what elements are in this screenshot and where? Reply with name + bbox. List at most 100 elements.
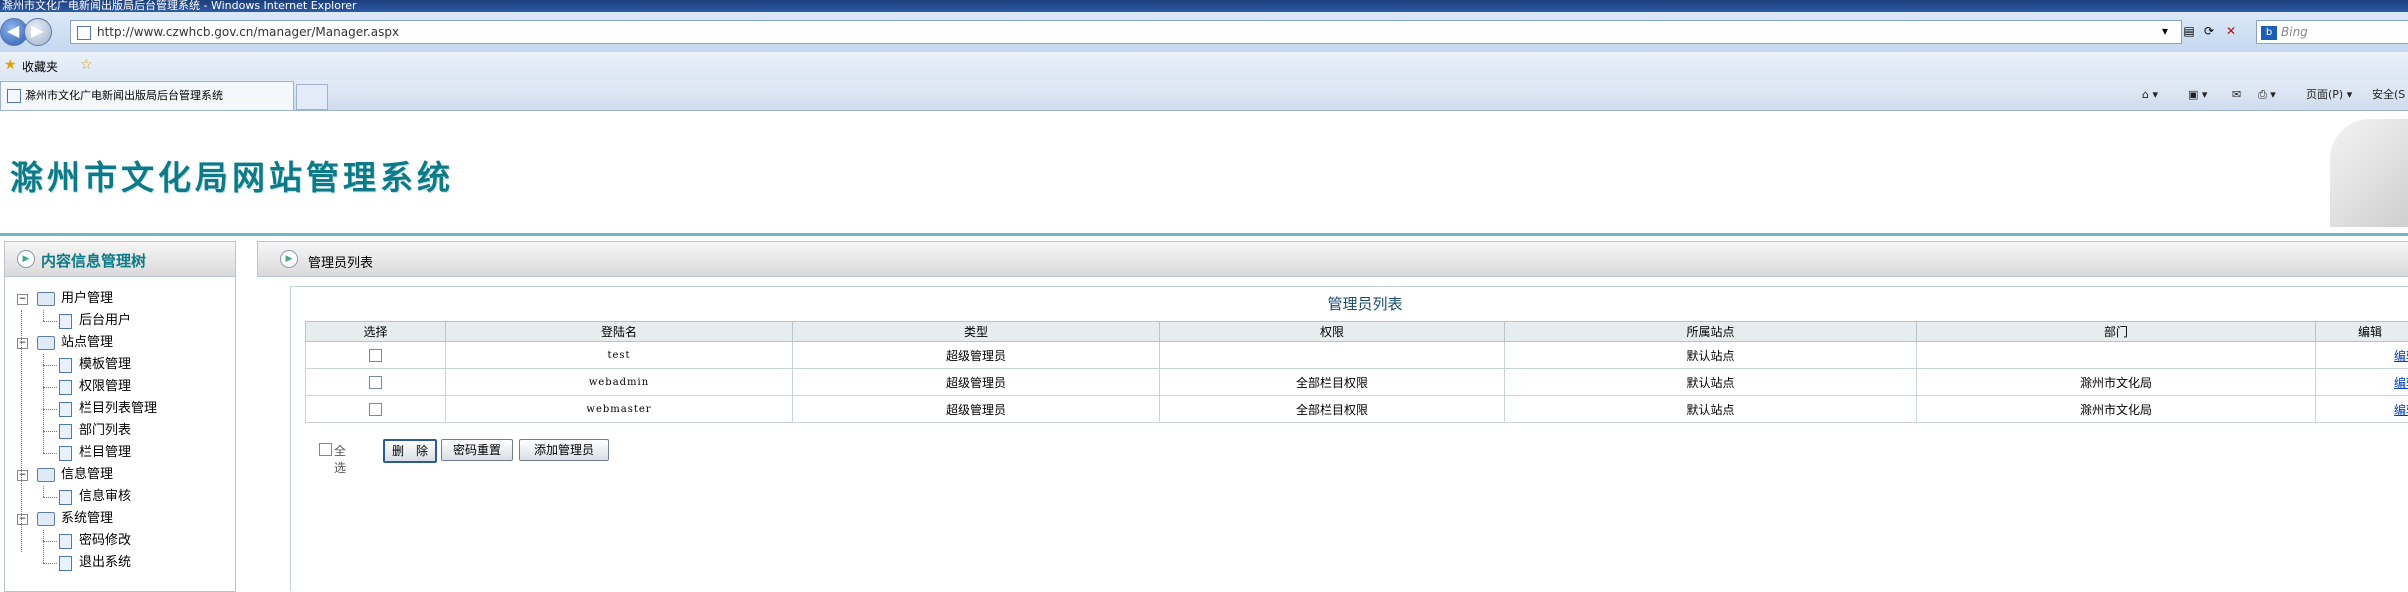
tree-item-label: 权限管理 bbox=[79, 376, 131, 398]
select-all-checkbox[interactable] bbox=[319, 443, 332, 456]
document-icon bbox=[59, 402, 72, 417]
collapse-icon[interactable]: − bbox=[17, 514, 28, 525]
tree-item-label: 后台用户 bbox=[79, 310, 131, 332]
row-select-cell bbox=[306, 396, 446, 423]
column-header: 类型 bbox=[793, 322, 1160, 342]
reset-password-button[interactable]: 密码重置 bbox=[441, 439, 513, 461]
home-icon[interactable]: ⌂ ▾ bbox=[2142, 86, 2158, 104]
search-placeholder: Bing bbox=[2281, 25, 2308, 39]
tree-group-label: 系统管理 bbox=[61, 508, 113, 530]
tree-connector bbox=[43, 310, 44, 321]
admin-site: 默认站点 bbox=[1505, 369, 1917, 396]
table-row: webadmin 超级管理员 全部栏目权限 默认站点 滁州市文化局 编辑 bbox=[306, 369, 2408, 396]
favorites-star-icon[interactable]: ★ bbox=[4, 57, 17, 73]
table-row: test 超级管理员 默认站点 编辑 bbox=[306, 342, 2408, 369]
add-favorite-icon[interactable]: ☆ bbox=[80, 57, 93, 73]
tree-item[interactable]: 栏目列表管理 bbox=[5, 398, 233, 420]
site-title: 滁州市文化局网站管理系统 bbox=[10, 151, 454, 199]
tree-connector bbox=[43, 409, 57, 410]
row-select-cell bbox=[306, 342, 446, 369]
tree-item[interactable]: 密码修改 bbox=[5, 530, 233, 552]
row-checkbox[interactable] bbox=[369, 403, 382, 416]
tree-item-label: 部门列表 bbox=[79, 420, 131, 442]
page-menu[interactable]: 页面(P) ▾ bbox=[2306, 86, 2352, 104]
tree-group[interactable]: − 用户管理 bbox=[5, 288, 233, 310]
compat-view-icon[interactable]: ▤ bbox=[2180, 22, 2198, 40]
edit-link[interactable]: 编辑 bbox=[2394, 349, 2408, 363]
print-icon[interactable]: ⎙ ▾ bbox=[2258, 86, 2276, 104]
tree-item-label: 密码修改 bbox=[79, 530, 131, 552]
column-header: 选择 bbox=[306, 322, 446, 342]
login-name: webadmin bbox=[446, 369, 793, 396]
stop-icon[interactable]: ✕ bbox=[2222, 22, 2240, 40]
add-admin-button[interactable]: 添加管理员 bbox=[519, 439, 609, 461]
admin-department: 滁州市文化局 bbox=[1917, 369, 2316, 396]
table-row: webmaster 超级管理员 全部栏目权限 默认站点 滁州市文化局 编辑 bbox=[306, 396, 2408, 423]
folder-icon bbox=[37, 468, 55, 482]
tree-connector bbox=[43, 431, 57, 432]
refresh-icon[interactable]: ⟳ bbox=[2200, 22, 2218, 40]
tree-item[interactable]: 栏目管理 bbox=[5, 442, 233, 464]
main-header-arrow-icon: ▶ bbox=[280, 250, 298, 268]
edit-cell: 编辑 bbox=[2316, 369, 2408, 396]
tree-item[interactable]: 后台用户 bbox=[5, 310, 233, 332]
sidebar: ▶ 内容信息管理树 − 用户管理 后台用户 − 站点管理 模板管理 权限管理 bbox=[4, 241, 236, 592]
browser-tab[interactable]: 滁州市文化广电新闻出版局后台管理系统 bbox=[0, 81, 294, 110]
select-all-label: 全 选 bbox=[334, 442, 346, 476]
tree-group[interactable]: − 信息管理 bbox=[5, 464, 233, 486]
admin-permission: 全部栏目权限 bbox=[1160, 369, 1505, 396]
list-title: 管理员列表 bbox=[291, 293, 2408, 314]
tree-item-label: 模板管理 bbox=[79, 354, 131, 376]
tree-connector bbox=[43, 530, 44, 563]
sidebar-header: ▶ 内容信息管理树 bbox=[5, 242, 235, 277]
edit-cell: 编辑 bbox=[2316, 342, 2408, 369]
edit-link[interactable]: 编辑 bbox=[2394, 376, 2408, 390]
tree-group[interactable]: − 系统管理 bbox=[5, 508, 233, 530]
login-name: webmaster bbox=[446, 396, 793, 423]
document-icon bbox=[59, 490, 72, 505]
tree-connector bbox=[43, 497, 57, 498]
folder-icon bbox=[37, 292, 55, 306]
url-dropdown-icon[interactable]: ▾ bbox=[2156, 22, 2174, 40]
tree-connector bbox=[43, 354, 44, 453]
collapse-icon[interactable]: − bbox=[17, 470, 28, 481]
forward-arrow-icon: ▶ bbox=[31, 21, 43, 40]
admin-type: 超级管理员 bbox=[793, 369, 1160, 396]
collapse-icon[interactable]: − bbox=[17, 338, 28, 349]
admin-department bbox=[1917, 342, 2316, 369]
tree-group[interactable]: − 站点管理 bbox=[5, 332, 233, 354]
page-icon bbox=[77, 26, 91, 40]
main-header: ▶ 管理员列表 bbox=[257, 241, 2408, 277]
row-checkbox[interactable] bbox=[369, 376, 382, 389]
header-decoration bbox=[2330, 119, 2408, 227]
folder-icon bbox=[37, 512, 55, 526]
column-header: 编辑 bbox=[2316, 322, 2408, 342]
new-tab-button[interactable] bbox=[296, 84, 328, 110]
forward-button[interactable]: ▶ bbox=[24, 18, 52, 46]
tree-item[interactable]: 模板管理 bbox=[5, 354, 233, 376]
tree-connector bbox=[43, 321, 57, 322]
tree-item[interactable]: 退出系统 bbox=[5, 552, 233, 574]
ie-page-icon bbox=[7, 89, 21, 103]
edit-link[interactable]: 编辑 bbox=[2394, 403, 2408, 417]
admin-site: 默认站点 bbox=[1505, 342, 1917, 369]
column-header: 登陆名 bbox=[446, 322, 793, 342]
search-input[interactable]: bBing bbox=[2256, 20, 2408, 44]
row-checkbox[interactable] bbox=[369, 349, 382, 362]
feeds-icon[interactable]: ▣ ▾ bbox=[2188, 86, 2207, 104]
back-arrow-icon: ◀ bbox=[7, 21, 19, 40]
admin-department: 滁州市文化局 bbox=[1917, 396, 2316, 423]
mail-icon[interactable]: ✉ bbox=[2232, 86, 2241, 104]
tree-item[interactable]: 权限管理 bbox=[5, 376, 233, 398]
favorites-button[interactable]: 收藏夹 bbox=[22, 58, 58, 75]
tree-item[interactable]: 信息审核 bbox=[5, 486, 233, 508]
delete-button[interactable]: 删 除 bbox=[383, 439, 437, 463]
tree-item-label: 信息审核 bbox=[79, 486, 131, 508]
tree-item[interactable]: 部门列表 bbox=[5, 420, 233, 442]
tree-connector bbox=[43, 365, 57, 366]
document-icon bbox=[59, 446, 72, 461]
collapse-icon[interactable]: − bbox=[17, 294, 28, 305]
tree-connector bbox=[43, 453, 57, 454]
safety-menu[interactable]: 安全(S bbox=[2372, 86, 2405, 104]
url-input[interactable]: http://www.czwhcb.gov.cn/manager/Manager… bbox=[70, 20, 2182, 44]
